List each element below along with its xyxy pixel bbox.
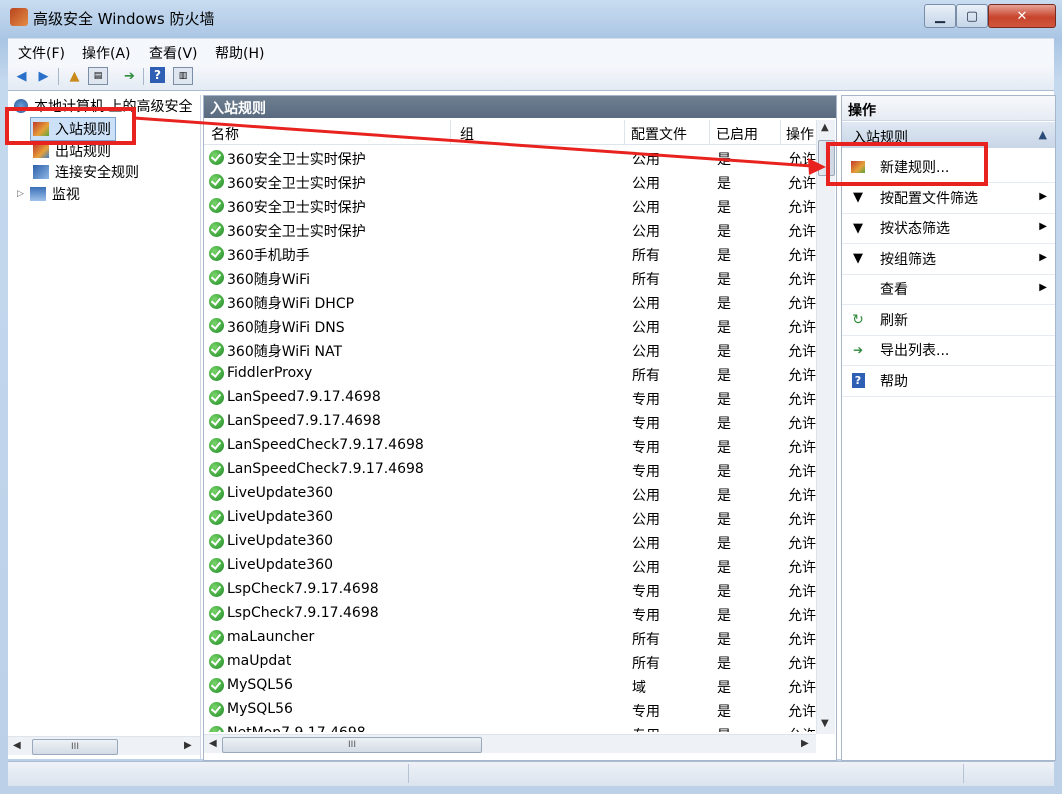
annotation-arrow-head (808, 158, 826, 175)
annotation-arrow (133, 116, 826, 175)
annotation-arrow-line (133, 116, 813, 168)
